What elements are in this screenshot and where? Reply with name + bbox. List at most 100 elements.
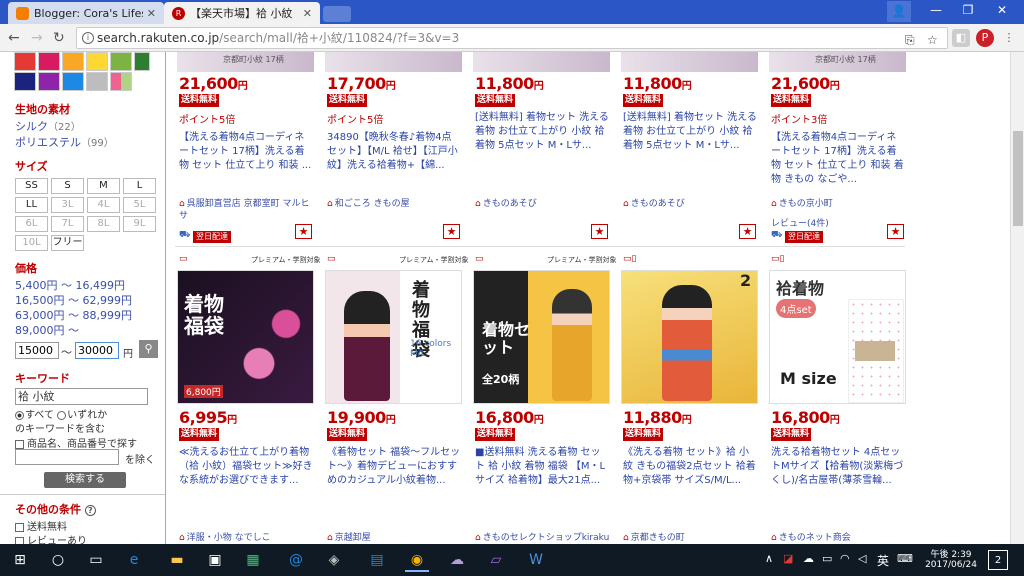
product-title[interactable]: ■送料無料 洗える着物 セット 袷 小紋 着物 福袋 【M・Lサイズ 袷着物】最…	[475, 446, 609, 488]
product-card[interactable]: 17,700円 送料無料 ポイント5倍 34890【晩秋冬春♪着物4点セット】【M/L…	[325, 52, 462, 246]
color-swatch-yellow[interactable]	[86, 52, 108, 71]
price-max-input[interactable]: 30000	[75, 342, 119, 359]
product-title[interactable]: 【洗える着物4点コーディネートセット 17柄】洗える着物 セット 仕立て上り 和…	[179, 131, 313, 173]
size-option-5L[interactable]: 5L	[123, 197, 156, 213]
shop-link[interactable]: ⌂ 洋服・小物 なでしこ	[179, 532, 313, 544]
product-title[interactable]: 洗える袷着物セット 4点セットMサイズ【袷着物(淡紫梅づくし)/名古屋帯(薄茶雪…	[771, 446, 905, 488]
product-title[interactable]: [送料無料] 着物セット 洗える着物 お仕立て上がり 小紋 袷着物 5点セット …	[475, 111, 609, 153]
tray-chevron-icon[interactable]: ∧	[765, 552, 773, 565]
price-range-1[interactable]: 5,400円 ～ 16,499円	[15, 277, 125, 293]
price-search-icon[interactable]: ⚲	[139, 340, 158, 358]
product-card[interactable]: ▭▯ 2 11,880円 送料無料 《洗える着物 セット》袷 小紋 きもの福袋2点セット…	[621, 252, 758, 544]
review-count[interactable]: レビュー(4件)	[771, 218, 829, 230]
shop-link[interactable]: ⌂ きものネット商会	[771, 532, 905, 544]
free-shipping-check[interactable]: 送料無料	[15, 518, 67, 533]
chrome-icon[interactable]: ◉	[405, 548, 429, 572]
size-option-10L[interactable]: 10L	[15, 235, 48, 251]
product-image[interactable]: 着物セット 全20柄	[473, 270, 610, 404]
page-scrollbar[interactable]	[1010, 52, 1024, 544]
keyword-input[interactable]: 袷 小紋	[15, 388, 148, 405]
tab-blogger[interactable]: Blogger: Cora's Lifestyle ✕	[8, 2, 164, 24]
favorite-star-icon[interactable]: ★	[591, 224, 608, 239]
product-card[interactable]: 京都町小紋 17柄 21,600円 送料無料 ポイント3倍 【洗える着物4点コーディネー…	[769, 52, 906, 246]
clock[interactable]: 午後 2:39 2017/06/24	[924, 547, 978, 570]
color-swatch-blue[interactable]	[62, 72, 84, 91]
favorite-star-icon[interactable]: ★	[295, 224, 312, 239]
search-button[interactable]: 検索する	[44, 472, 126, 488]
size-option-S[interactable]: S	[51, 178, 84, 194]
shop-link[interactable]: ⌂ きもの京小町	[771, 198, 903, 210]
color-swatch-navy[interactable]	[14, 72, 36, 91]
search-icon[interactable]: ○	[46, 548, 70, 572]
info-icon[interactable]: i	[82, 32, 94, 44]
app2-icon[interactable]: ◈	[322, 548, 346, 572]
shop-link[interactable]: ⌂ 京都きもの町	[623, 532, 757, 544]
notification-center-icon[interactable]: 2	[988, 550, 1008, 570]
checkbox[interactable]	[15, 522, 24, 532]
favorite-star-icon[interactable]: ★	[887, 224, 904, 239]
user-profile-icon[interactable]: 👤	[887, 1, 911, 22]
favorite-star-icon[interactable]: ★	[739, 224, 756, 239]
size-option-4L[interactable]: 4L	[87, 197, 120, 213]
color-swatch-lightgreen[interactable]	[110, 52, 132, 71]
price-range-2[interactable]: 16,500円 ～ 62,999円	[15, 292, 132, 308]
shop-link[interactable]: ⌂ きものあそび	[475, 198, 607, 210]
product-image[interactable]: 2	[621, 270, 758, 404]
size-option-フリー[interactable]: フリー	[51, 235, 84, 251]
back-arrow-icon[interactable]: ←	[8, 30, 20, 46]
close-icon[interactable]: ✕	[147, 7, 156, 20]
product-image[interactable]: 袷着物 4点set M size	[769, 270, 906, 404]
windows-start-icon[interactable]: ⊞	[8, 548, 32, 572]
color-swatch-purple[interactable]	[38, 72, 60, 91]
help-icon[interactable]: ?	[84, 505, 96, 516]
pinterest-icon[interactable]: P	[976, 29, 994, 47]
mail-icon[interactable]: @	[284, 548, 308, 572]
product-title[interactable]: [送料無料] 着物セット 洗える着物 お仕立て上がり 小紋 袷着物 5点セット …	[623, 111, 757, 153]
color-swatch-orange[interactable]	[62, 52, 84, 71]
material-polyester[interactable]: ポリエステル（99）	[15, 134, 114, 150]
ime-indicator[interactable]: 英	[877, 552, 889, 569]
size-option-6L[interactable]: 6L	[15, 216, 48, 232]
security-icon[interactable]: ◪	[783, 552, 793, 565]
product-image[interactable]	[621, 52, 758, 72]
file-explorer-icon[interactable]: ▬	[165, 548, 189, 572]
product-image[interactable]	[473, 52, 610, 72]
product-title[interactable]: 《着物セット 福袋～フルセット～》着物デビューにおすすめのカジュアル小紋着物..…	[327, 446, 461, 488]
task-view-icon[interactable]: ▭	[84, 548, 108, 572]
translate-icon[interactable]: ⎘	[905, 30, 915, 50]
bookmark-star-icon[interactable]: ☆	[927, 30, 938, 50]
minimize-button[interactable]: —	[918, 3, 954, 17]
size-option-7L[interactable]: 7L	[51, 216, 84, 232]
color-swatch-multi[interactable]	[110, 72, 132, 91]
favorite-star-icon[interactable]: ★	[443, 224, 460, 239]
onedrive-icon[interactable]: ☁	[803, 552, 814, 565]
product-card[interactable]: ▭ プレミアム・学割対象 着物セット 全20柄 16,800円 送料無料 ■送料無料 洗える…	[473, 252, 617, 544]
checkbox[interactable]	[15, 439, 24, 449]
product-card[interactable]: ▭ プレミアム・学割対象 着物福袋 6,800円 6,995円 送料無料 ≪洗えるお仕立て上…	[177, 252, 321, 544]
product-image[interactable]	[325, 52, 462, 72]
price-min-input[interactable]: 15000	[15, 342, 59, 359]
word-icon[interactable]: W	[524, 548, 548, 572]
product-card[interactable]: 京都町小紋 17柄 21,600円 送料無料 ポイント5倍 【洗える着物4点コーディネー…	[177, 52, 314, 246]
shop-link[interactable]: ⌂ きものあそび	[623, 198, 755, 210]
product-no-check[interactable]: 商品名、商品番号で探す	[15, 435, 137, 450]
product-card[interactable]: ▭▯ 袷着物 4点set M size 16,800円 送料無料 洗える袷着物セット 4点セ…	[769, 252, 906, 544]
size-option-3L[interactable]: 3L	[51, 197, 84, 213]
new-tab-button[interactable]	[323, 6, 351, 22]
product-card[interactable]: 11,800円 送料無料 [送料無料] 着物セット 洗える着物 お仕立て上がり 小紋…	[621, 52, 758, 246]
review-check[interactable]: レビューあり	[15, 532, 87, 544]
url-input[interactable]: i search.rakuten.co.jp/search/mall/袷+小紋/…	[76, 27, 948, 49]
material-silk[interactable]: シルク（22）	[15, 118, 81, 134]
color-swatch-red[interactable]	[14, 52, 36, 71]
extension-icon[interactable]: ◧	[952, 29, 970, 47]
menu-icon[interactable]: ⋮	[1000, 29, 1018, 47]
product-image[interactable]: 着物福袋 16 colors M/L	[325, 270, 462, 404]
product-image[interactable]: 京都町小紋 17柄	[769, 52, 906, 72]
size-option-9L[interactable]: 9L	[123, 216, 156, 232]
battery-icon[interactable]: ▭	[822, 552, 832, 565]
maximize-button[interactable]: ❐	[950, 3, 986, 17]
store-icon[interactable]: ▣	[203, 548, 227, 572]
color-swatch-gray[interactable]	[86, 72, 108, 91]
close-window-button[interactable]: ✕	[984, 3, 1020, 17]
size-option-LL[interactable]: LL	[15, 197, 48, 213]
